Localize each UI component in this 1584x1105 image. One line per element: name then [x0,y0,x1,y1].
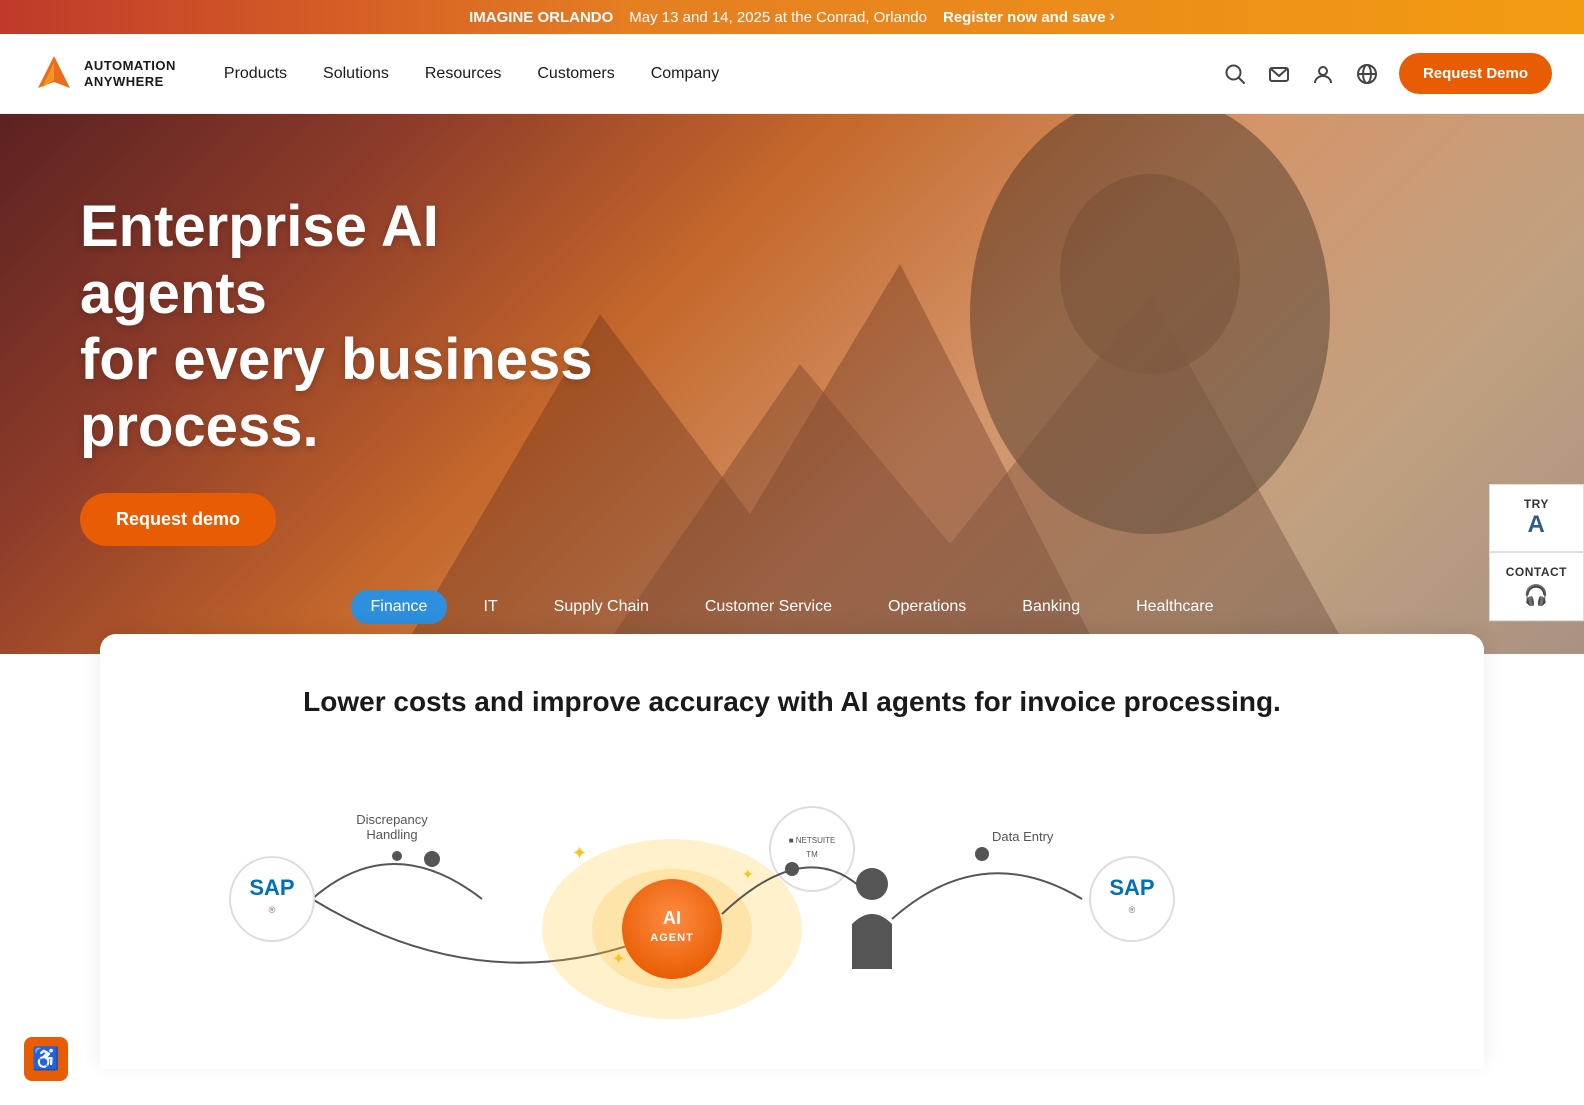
svg-text:Data Entry: Data Entry [992,829,1054,844]
logo-text: AUTOMATION ANYWHERE [84,58,176,89]
hero-cta-button[interactable]: Request demo [80,493,276,546]
svg-text:✦: ✦ [612,951,625,968]
main-nav: Products Solutions Resources Customers C… [224,65,1223,83]
svg-text:✦: ✦ [572,843,587,863]
svg-text:SAP: SAP [1109,875,1154,900]
hero-title: Enterprise AI agents for every business … [80,194,620,461]
tab-finance[interactable]: Finance [351,590,448,624]
tab-it[interactable]: IT [463,590,517,624]
diagram-svg: Discrepancy Handling ✦ ✦ ✦ AI AGENT [180,769,1404,1029]
event-name: IMAGINE ORLANDO [469,9,613,26]
svg-text:■ NETSUITE: ■ NETSUITE [789,836,836,845]
industry-tabs: Finance IT Supply Chain Customer Service… [0,590,1584,624]
header: AUTOMATION ANYWHERE Products Solutions R… [0,34,1584,114]
contact-label: CONTACT [1506,565,1567,579]
accessibility-icon: ♿ [32,1046,59,1072]
nav-item-customers[interactable]: Customers [537,65,614,83]
svg-text:SAP: SAP [249,875,294,900]
content-card: Lower costs and improve accuracy with AI… [100,634,1484,1069]
nav-item-resources[interactable]: Resources [425,65,501,83]
headset-icon: 🎧 [1506,583,1567,608]
nav-item-solutions[interactable]: Solutions [323,65,389,83]
search-icon[interactable] [1223,62,1247,86]
tab-banking[interactable]: Banking [1002,590,1100,624]
top-banner: IMAGINE ORLANDO May 13 and 14, 2025 at t… [0,0,1584,34]
svg-text:✦: ✦ [742,866,754,882]
tab-supply-chain[interactable]: Supply Chain [534,590,669,624]
svg-text:Handling: Handling [366,827,417,842]
hero-section: Enterprise AI agents for every business … [0,114,1584,654]
event-date: May 13 and 14, 2025 at the Conrad, Orlan… [629,9,927,26]
svg-text:®: ® [269,905,276,915]
register-link[interactable]: Register now and save › [943,8,1115,26]
register-text: Register now and save [943,9,1106,26]
tab-customer-service[interactable]: Customer Service [685,590,852,624]
svg-text:TM: TM [806,850,818,859]
nav-item-company[interactable]: Company [651,65,719,83]
tab-healthcare[interactable]: Healthcare [1116,590,1233,624]
logo[interactable]: AUTOMATION ANYWHERE [32,52,176,96]
contact-widget-button[interactable]: CONTACT 🎧 [1489,552,1584,621]
accessibility-widget[interactable]: ♿ [24,1037,68,1081]
try-widget-button[interactable]: TRY A [1489,484,1584,553]
register-arrow: › [1110,8,1115,26]
nav-actions: Request Demo [1223,53,1552,94]
nav-item-products[interactable]: Products [224,65,287,83]
hero-content: Enterprise AI agents for every business … [0,114,700,586]
try-label: TRY [1524,497,1549,511]
mail-icon[interactable] [1267,62,1291,86]
tab-operations[interactable]: Operations [868,590,986,624]
process-diagram: Discrepancy Handling ✦ ✦ ✦ AI AGENT [180,769,1404,1029]
svg-text:Discrepancy: Discrepancy [356,812,428,827]
svg-text:®: ® [1129,905,1136,915]
globe-icon[interactable] [1355,62,1379,86]
svg-text:AI: AI [663,908,681,928]
svg-text:AGENT: AGENT [650,932,694,944]
request-demo-button[interactable]: Request Demo [1399,53,1552,94]
content-card-title: Lower costs and improve accuracy with AI… [180,682,1404,721]
side-widget: TRY A CONTACT 🎧 [1489,484,1584,622]
logo-icon [32,52,76,96]
user-icon[interactable] [1311,62,1335,86]
try-letter: A [1506,511,1567,540]
